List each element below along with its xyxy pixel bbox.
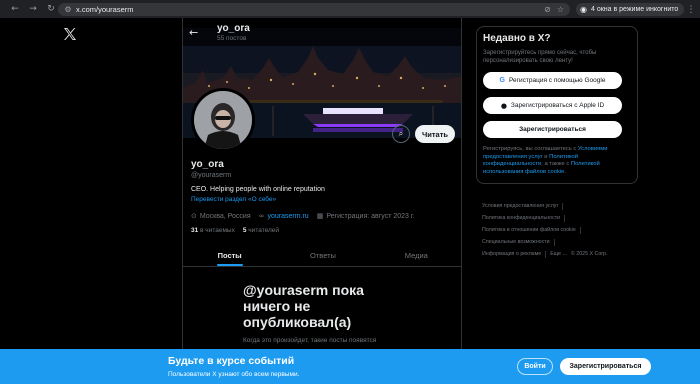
incognito-label: 4 окна в режиме инкогнито <box>590 6 679 13</box>
legal-text: Регистрируясь, вы соглашаетесь с Условия… <box>483 146 608 175</box>
profile-header-bar: ← yo_ora 55 постов <box>183 18 461 46</box>
profile-meta: ⊙ Москва, Россия ∞ youraserm.ru ▦ Регист… <box>191 211 415 221</box>
empty-state-title: @youraserm пока ничего не опубликовал(а) <box>243 282 364 330</box>
tab-media[interactable]: Медиа <box>370 245 461 266</box>
search-icon: ⌕ <box>398 129 404 138</box>
browser-toolbar: ← → ↻ ⚙ x.com/youraserm ⊘ ☆ ◉ 4 окна в р… <box>0 0 700 18</box>
signup-bottom-bar: Будьте в курсе событий Пользователи X уз… <box>0 349 700 384</box>
avatar[interactable] <box>191 88 255 152</box>
incognito-indicator[interactable]: ◉ 4 окна в режиме инкогнито <box>576 3 685 16</box>
bottom-bar-title: Будьте в курсе событий <box>168 355 295 367</box>
bookmark-star-icon[interactable]: ☆ <box>557 5 564 14</box>
x-logo-icon[interactable] <box>62 26 78 42</box>
header-post-count: 55 постов <box>217 34 247 42</box>
footer-copyright: © 2025 X Corp. <box>570 251 608 257</box>
reload-icon[interactable]: ↻ <box>44 2 58 16</box>
location-icon: ⊙ <box>191 212 197 220</box>
profile-bio: CEO. Helping people with online reputati… <box>191 186 325 193</box>
profile-name: yo_ora <box>191 159 224 170</box>
footer-link-terms[interactable]: Условия предоставления услуг <box>482 203 558 209</box>
translate-bio-link[interactable]: Перевести раздел «О себе» <box>191 196 276 203</box>
footer-links: Условия предоставления услуг Политика ко… <box>482 200 632 260</box>
address-bar[interactable]: ⚙ x.com/youraserm ⊘ ☆ <box>58 3 570 16</box>
follow-stats: 31 в читаемых 5 читателей <box>191 227 279 234</box>
site-info-icon[interactable]: ⚙ <box>62 4 74 16</box>
profile-tabs: Посты Ответы Медиа <box>183 245 461 267</box>
bottom-bar-subtitle: Пользователи X узнают обо всем первыми. <box>168 371 300 378</box>
browser-menu-icon[interactable]: ⋮ <box>686 3 696 16</box>
footer-link-accessibility[interactable]: Специальные возможности <box>482 239 550 245</box>
link-icon: ∞ <box>258 212 265 220</box>
tab-replies[interactable]: Ответы <box>276 245 369 266</box>
signup-title: Недавно в X? <box>483 33 551 44</box>
footer-link-cookies[interactable]: Политика в отношении файлов cookie <box>482 227 576 233</box>
url-text[interactable]: x.com/youraserm <box>76 5 134 14</box>
followers-link[interactable]: 5 читателей <box>243 227 279 234</box>
profile-handle: @youraserm <box>191 172 232 179</box>
google-signup-button[interactable]: G Регистрация с помощью Google <box>483 72 622 89</box>
footer-link-more[interactable]: Еще ... <box>550 251 567 257</box>
bottom-register-button[interactable]: Зарегистрироваться <box>560 358 651 375</box>
profile-joined: Регистрация: август 2023 г. <box>326 212 415 220</box>
login-button[interactable]: Войти <box>517 358 553 375</box>
eye-off-icon[interactable]: ⊘ <box>544 5 551 14</box>
follow-button[interactable]: Читать <box>415 125 455 143</box>
profile-website-link[interactable]: youraserm.ru <box>267 213 308 220</box>
empty-state-subtitle: Когда это произойдет, такие посты появят… <box>243 337 377 344</box>
register-button[interactable]: Зарегистрироваться <box>483 121 622 138</box>
profile-location: Москва, Россия <box>199 212 251 220</box>
apple-signup-button[interactable]: ● Зарегистрироваться с Apple ID <box>483 97 622 114</box>
tab-posts[interactable]: Посты <box>183 245 276 266</box>
profile-column: ← yo_ora 55 постов ⌕ Читать yo_ora @your… <box>182 18 462 384</box>
incognito-icon: ◉ <box>580 5 587 14</box>
following-link[interactable]: 31 в читаемых <box>191 227 235 234</box>
calendar-icon: ▦ <box>316 212 324 220</box>
signup-description: Зарегистрируйтесь прямо сейчас, чтобы пе… <box>483 50 597 64</box>
avatar-photo <box>194 91 252 149</box>
google-icon: G <box>499 77 505 84</box>
footer-link-privacy[interactable]: Политика конфиденциальности <box>482 215 560 221</box>
search-profile-button[interactable]: ⌕ <box>392 125 410 143</box>
forward-arrow-icon[interactable]: → <box>26 2 40 16</box>
apple-icon: ● <box>500 101 507 110</box>
header-name: yo_ora <box>217 22 250 34</box>
back-arrow-icon[interactable]: ← <box>189 26 205 39</box>
footer-link-ads[interactable]: Информация о рекламе <box>482 251 541 257</box>
back-arrow-icon[interactable]: ← <box>8 2 22 16</box>
signup-panel: Недавно в X? Зарегистрируйтесь прямо сей… <box>476 26 638 184</box>
